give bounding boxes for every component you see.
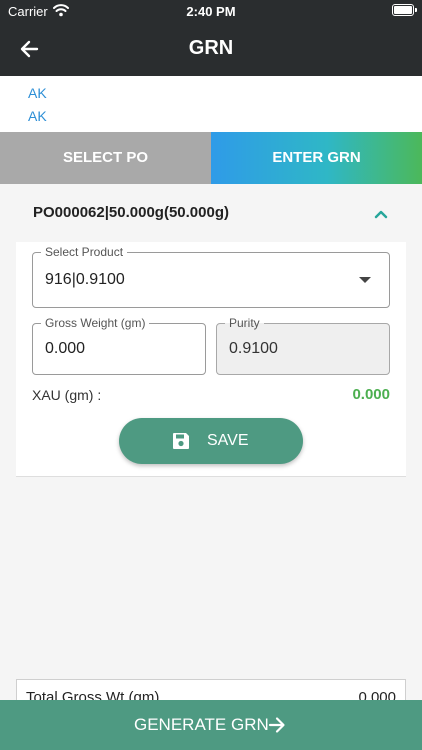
arrow-right-icon <box>267 715 287 740</box>
tab-select-po[interactable]: SELECT PO <box>0 132 211 184</box>
generate-grn-label: GENERATE GRN <box>134 715 269 734</box>
battery-icon <box>392 4 417 16</box>
gross-weight-label: Gross Weight (gm) <box>41 316 150 330</box>
save-button-label: SAVE <box>207 432 249 449</box>
nav-bar: GRN <box>0 22 422 76</box>
po-label: PO000062|50.000g(50.000g) <box>33 204 229 221</box>
info-line-2: AK <box>28 108 47 124</box>
clock: 2:40 PM <box>186 4 236 19</box>
dropdown-caret-icon <box>359 277 371 283</box>
page-title: GRN <box>188 37 234 59</box>
chevron-up-icon[interactable] <box>374 206 388 224</box>
floppy-disk-icon <box>171 431 191 456</box>
gross-weight-field[interactable]: Gross Weight (gm) 0.000 <box>32 316 206 375</box>
card-divider <box>16 476 406 477</box>
info-panel: AK AK <box>0 76 422 132</box>
save-button[interactable]: SAVE <box>119 418 303 464</box>
purity-field: Purity 0.9100 <box>216 316 390 375</box>
status-bar: Carrier 2:40 PM <box>0 0 422 22</box>
purity-value: 0.9100 <box>229 340 278 357</box>
select-product-dropdown[interactable]: Select Product 916|0.9100 <box>32 245 390 308</box>
po-accordion-header[interactable]: PO000062|50.000g(50.000g) <box>16 188 406 240</box>
select-product-value: 916|0.9100 <box>45 271 125 288</box>
select-product-label: Select Product <box>41 245 128 259</box>
xau-label: XAU (gm) : <box>32 387 102 403</box>
tab-bar: SELECT PO ENTER GRN <box>0 132 422 184</box>
purity-label: Purity <box>225 316 264 330</box>
grn-entry-card: Select Product 916|0.9100 Gross Weight (… <box>16 242 406 476</box>
info-line-1: AK <box>28 85 47 101</box>
xau-value: 0.000 <box>352 386 390 403</box>
generate-grn-button[interactable]: GENERATE GRN <box>0 700 422 750</box>
tab-enter-grn[interactable]: ENTER GRN <box>211 132 422 184</box>
gross-weight-value[interactable]: 0.000 <box>45 340 85 358</box>
